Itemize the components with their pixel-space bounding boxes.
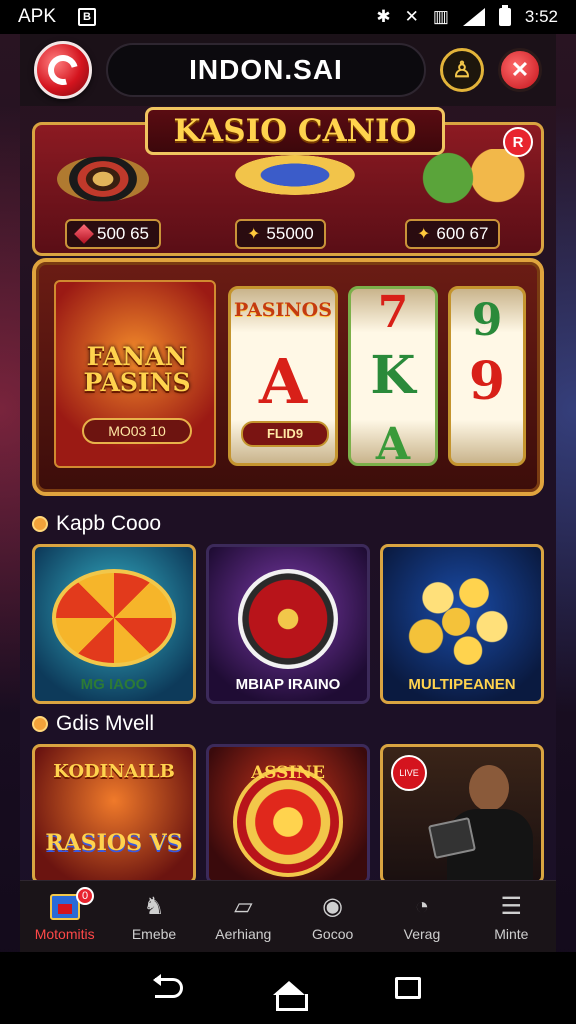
top-bar: INDON.SAI ♙ ✕ <box>20 34 556 106</box>
reel-symbol: 9 <box>468 351 506 412</box>
featured-game[interactable]: FANAN PASINS MO03 10 <box>54 280 216 468</box>
menu-icon: ☰ <box>500 893 523 920</box>
game-tile[interactable]: LIVE <box>380 744 544 884</box>
slot-reel: 7 K A <box>348 286 438 470</box>
cat-icon: ♞ <box>143 893 165 920</box>
recent-apps-icon[interactable] <box>395 977 421 999</box>
jackpot-value: 55000 <box>266 224 314 243</box>
jackpot-pill[interactable]: 500 65 <box>65 219 161 249</box>
chip-icon: ◉ <box>322 893 344 920</box>
logo-button[interactable] <box>34 41 92 99</box>
home-button-icon[interactable] <box>273 981 308 1011</box>
bottom-navigation: Motomitis 0 ♞ Emebe ▱ Aerhiang ◉ Gocoo ◔… <box>20 880 556 952</box>
game-tile-title: ASSINE <box>251 763 325 783</box>
slot-reel: 9 9 <box>448 286 526 466</box>
battery-icon <box>498 5 511 26</box>
reel-symbol: 7 <box>377 287 409 338</box>
nav-item-archive[interactable]: ▱ Aerhiang <box>199 881 288 952</box>
jackpot-pill[interactable]: ✦ 600 67 <box>405 219 501 249</box>
section-title: Gdis Mvell <box>56 712 155 735</box>
nav-item-games[interactable]: ♞ Emebe <box>109 881 198 952</box>
featured-game-code: MO03 10 <box>82 418 192 444</box>
reel-symbol: K <box>370 345 416 406</box>
nav-label: Verag <box>403 925 441 942</box>
clock-icon: ◔ <box>414 892 430 920</box>
bonus-prizes-image <box>415 149 525 207</box>
live-badge: LIVE <box>391 755 427 791</box>
notification-icon: B <box>78 8 97 26</box>
reel-label: PASINOS <box>234 299 332 321</box>
vibrate-icon: ▥ <box>432 7 449 26</box>
notification-badge: 0 <box>76 887 94 905</box>
slot-machine[interactable]: FANAN PASINS MO03 10 PASINOS A FLID9 7 K… <box>32 258 544 496</box>
featured-game-title: FANAN PASINS <box>83 342 191 397</box>
spin-wheel-image <box>233 767 343 877</box>
nav-item-wallet[interactable]: ◔ Verag <box>377 881 466 952</box>
wheel-of-fortune-image <box>52 569 176 667</box>
nav-label: Gocoo <box>312 925 354 942</box>
game-tile-subtitle: RASIOS VS <box>45 830 183 856</box>
reel-symbol: A <box>375 419 411 470</box>
close-icon: ✕ <box>510 57 530 82</box>
casino-chips-image <box>235 155 355 195</box>
app-title: INDON.SAI <box>106 43 426 97</box>
jackpot-pill[interactable]: ✦ 55000 <box>235 219 326 249</box>
profile-button[interactable]: ♙ <box>440 48 484 92</box>
promo-badge[interactable]: R <box>503 127 533 157</box>
status-bar: APK B ✱ ✕ ▥ 3:52 <box>0 0 576 34</box>
game-tile[interactable]: MG IAOO <box>32 544 196 704</box>
star-icon: ✦ <box>247 226 261 243</box>
game-tile-label: MG IAOO <box>80 676 148 693</box>
promo-title: KASIO CANIO <box>145 107 445 155</box>
mute-icon: ✕ <box>404 7 419 26</box>
app-screen: INDON.SAI ♙ ✕ KASIO CANIO R 500 65 ✦ 550… <box>20 34 556 952</box>
nav-item-home[interactable]: Motomitis 0 <box>20 881 109 952</box>
nav-label: Motomitis <box>34 925 95 942</box>
back-icon[interactable] <box>153 974 183 998</box>
clock: 3:52 <box>524 7 558 26</box>
reel-plate: FLID9 <box>241 421 329 447</box>
roulette-image <box>238 569 338 669</box>
game-tile-label: MBIAP IRAINO <box>235 676 341 693</box>
section-dot-icon <box>32 516 48 532</box>
nav-label: Emebe <box>131 925 177 942</box>
reel-symbol: A <box>258 345 308 418</box>
logo-icon <box>42 49 84 91</box>
game-tile-label: MULTIPEANEN <box>408 676 516 693</box>
section-header: Gdis Mvell <box>32 710 154 738</box>
game-tile[interactable]: MBIAP IRAINO <box>206 544 370 704</box>
slot-reel: PASINOS A FLID9 <box>228 286 338 466</box>
section-dot-icon <box>32 716 48 732</box>
nav-item-promos[interactable]: ◉ Gocoo <box>288 881 377 952</box>
game-tile[interactable]: KODINAILB RASIOS VS <box>32 744 196 884</box>
jackpot-value: 500 65 <box>97 224 149 243</box>
document-icon: ▱ <box>234 893 253 920</box>
game-tile[interactable]: MULTIPEANEN <box>380 544 544 704</box>
bluetooth-icon: ✱ <box>376 7 391 26</box>
game-tile-title: KODINAILB <box>53 761 175 782</box>
signal-icon <box>462 8 485 26</box>
star-icon: ✦ <box>417 226 431 243</box>
section-header: Kapb Cooo <box>32 510 161 538</box>
roulette-wheel-image <box>57 156 149 202</box>
game-tile[interactable]: ASSINE <box>206 744 370 884</box>
system-nav-bar <box>0 952 576 1024</box>
nav-label: Aerhiang <box>215 925 272 942</box>
section-title: Kapb Cooo <box>56 512 162 535</box>
user-icon: ♙ <box>452 57 472 82</box>
live-dealer-image <box>427 765 533 881</box>
gem-icon <box>74 224 94 244</box>
nav-item-more[interactable]: ☰ Minte <box>467 881 556 952</box>
jackpot-value: 600 67 <box>436 224 489 243</box>
carrier-label: APK <box>18 6 57 27</box>
close-button[interactable]: ✕ <box>498 48 542 92</box>
gold-coins-image <box>402 569 522 665</box>
nav-label: Minte <box>494 925 529 942</box>
reel-symbol: 9 <box>471 295 503 346</box>
promo-banner[interactable]: KASIO CANIO R 500 65 ✦ 55000 ✦ 600 67 <box>32 107 544 256</box>
